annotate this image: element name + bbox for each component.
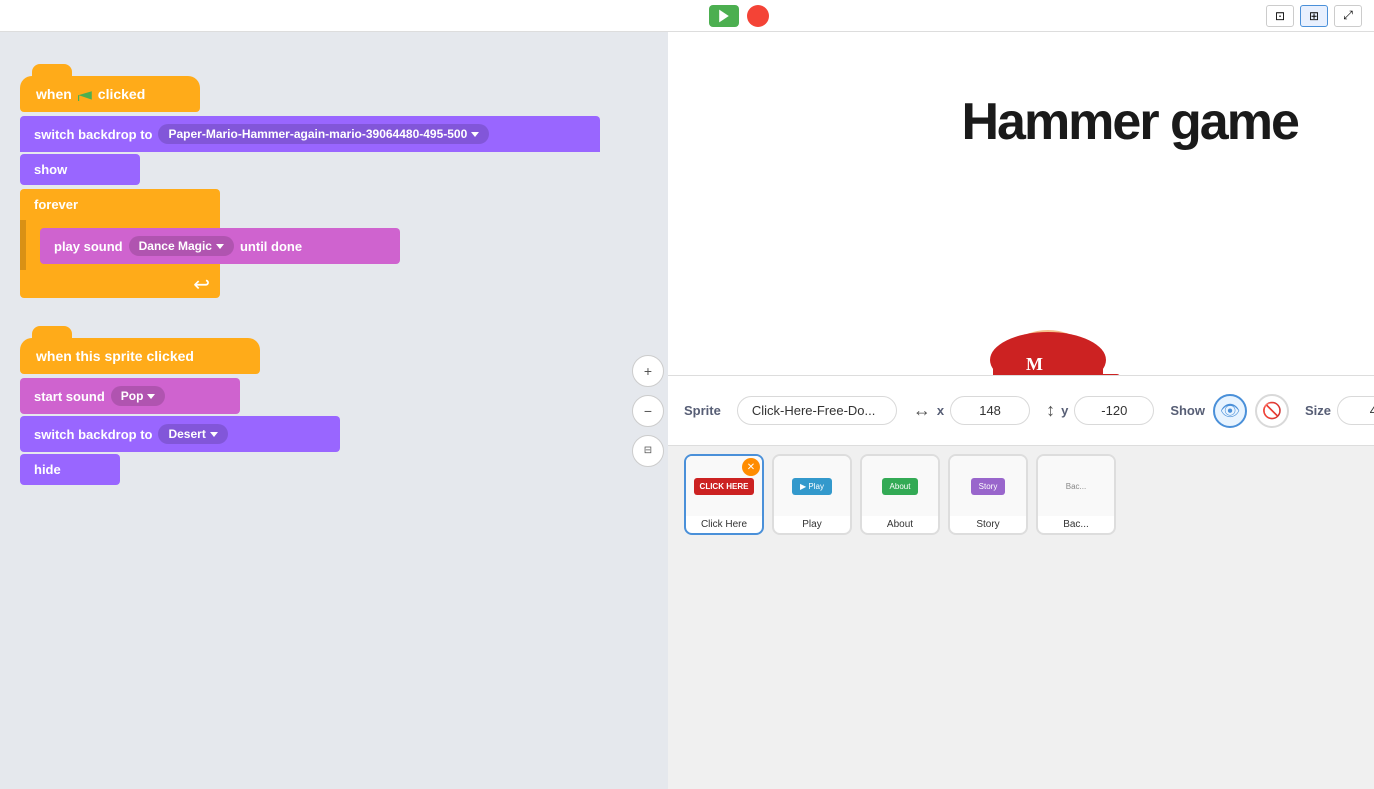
- forever-hat[interactable]: forever: [20, 189, 220, 220]
- start-sound-block[interactable]: start sound Pop: [20, 378, 240, 414]
- zoom-out-button[interactable]: −: [632, 395, 664, 427]
- show-group: Show 👁 🚫: [1170, 394, 1289, 428]
- layout-fullscreen-button[interactable]: ⤢: [1334, 5, 1362, 27]
- pop-value: Pop: [121, 389, 144, 403]
- main-content: when clicked switch backdrop to Paper-Ma…: [0, 32, 1374, 789]
- x-axis-icon: ↔: [913, 400, 931, 421]
- sound-dropdown[interactable]: Dance Magic: [129, 236, 234, 256]
- hat-text-1a: when: [36, 86, 72, 102]
- desert-value: Desert: [168, 427, 205, 441]
- size-group: Size 40: [1305, 396, 1374, 425]
- delete-sprite-1-button[interactable]: ✕: [742, 458, 760, 476]
- hide-block[interactable]: hide: [20, 454, 120, 485]
- pop-dropdown-arrow: [147, 394, 155, 399]
- sprite-list-area: ✕ CLICK HERE Click Here ▶ Play Play: [668, 446, 1374, 789]
- sprite-4-label: Story: [950, 516, 1026, 533]
- y-coord-group: ↕ y -120: [1046, 396, 1154, 425]
- backdrop-value: Paper-Mario-Hammer-again-mario-39064480-…: [168, 127, 467, 141]
- show-block[interactable]: show: [20, 154, 140, 185]
- flag-icon-small: [78, 87, 92, 101]
- forever-arrow: ↩: [193, 272, 210, 297]
- sprite-5-image: Bac...: [1038, 456, 1114, 516]
- hide-label: hide: [34, 462, 61, 477]
- y-axis-icon: ↕: [1046, 400, 1055, 421]
- stop-button[interactable]: [747, 5, 769, 27]
- sprite-thumb-3[interactable]: About About: [860, 454, 940, 535]
- sprite-thumb-1[interactable]: ✕ CLICK HERE Click Here: [684, 454, 764, 535]
- layout-small-button[interactable]: ⊡: [1266, 5, 1294, 27]
- y-input[interactable]: -120: [1074, 396, 1154, 425]
- desert-dropdown-arrow: [210, 432, 218, 437]
- sprite-thumb-4[interactable]: Story Story: [948, 454, 1028, 535]
- when-sprite-clicked-hat[interactable]: when this sprite clicked: [20, 338, 260, 374]
- size-field-label: Size: [1305, 403, 1331, 418]
- when-flag-clicked-hat[interactable]: when clicked: [20, 76, 200, 112]
- sprite-name-input[interactable]: Click-Here-Free-Do...: [737, 396, 897, 425]
- play-sound-block[interactable]: play sound Dance Magic until done: [40, 228, 400, 264]
- sprite-3-image: About: [862, 456, 938, 516]
- play-sound-label: play sound: [54, 239, 123, 254]
- backdrop-dropdown-arrow: [471, 132, 479, 137]
- pop-dropdown[interactable]: Pop: [111, 386, 166, 406]
- backdrop-dropdown[interactable]: Paper-Mario-Hammer-again-mario-39064480-…: [158, 124, 489, 144]
- svg-text:M: M: [1026, 354, 1043, 374]
- sprite-2-label: Play: [774, 516, 850, 533]
- layout-large-button[interactable]: ⊞: [1300, 5, 1328, 27]
- sprite-3-label: About: [862, 516, 938, 533]
- zoom-in-button[interactable]: +: [632, 355, 664, 387]
- sprite-field-label: Sprite: [684, 403, 721, 418]
- sprite-1-label: Click Here: [686, 516, 762, 533]
- hammer-game-illustration: M: [778, 202, 1278, 376]
- switch-backdrop-label: switch backdrop to: [34, 127, 152, 142]
- size-input[interactable]: 40: [1337, 396, 1374, 425]
- desert-dropdown[interactable]: Desert: [158, 424, 227, 444]
- sprite-2-image: ▶ Play: [774, 456, 850, 516]
- stage-preview[interactable]: Hammer game M: [668, 32, 1374, 376]
- sprite-thumb-5[interactable]: Bac... Bac...: [1036, 454, 1116, 535]
- switch-backdrop-desert-block[interactable]: switch backdrop to Desert: [20, 416, 340, 452]
- sprites-section: ✕ CLICK HERE Click Here ▶ Play Play: [668, 446, 1374, 789]
- sound-value: Dance Magic: [139, 239, 212, 253]
- code-area: when clicked switch backdrop to Paper-Ma…: [0, 32, 668, 789]
- show-visible-button[interactable]: 👁: [1213, 394, 1247, 428]
- top-bar-right: ⊡ ⊞ ⤢: [1266, 5, 1362, 27]
- hat-text-2: when this sprite clicked: [36, 348, 194, 364]
- sprites-list: ✕ CLICK HERE Click Here ▶ Play Play: [668, 446, 1374, 543]
- stage-area: Hammer game M: [668, 32, 1374, 789]
- sprite-5-label: Bac...: [1038, 516, 1114, 533]
- switch-backdrop-block[interactable]: switch backdrop to Paper-Mario-Hammer-ag…: [20, 116, 600, 152]
- show-hidden-button[interactable]: 🚫: [1255, 394, 1289, 428]
- x-input[interactable]: 148: [950, 396, 1030, 425]
- sprite-thumb-2[interactable]: ▶ Play Play: [772, 454, 852, 535]
- block-group-1: when clicked switch backdrop to Paper-Ma…: [20, 76, 648, 298]
- green-flag-button[interactable]: [709, 5, 739, 27]
- show-label: show: [34, 162, 67, 177]
- sprite-info-bar: Sprite Click-Here-Free-Do... ↔ x 148 ↕ y…: [668, 376, 1374, 446]
- blocks-container: when clicked switch backdrop to Paper-Ma…: [0, 32, 668, 505]
- x-coord-group: ↔ x 148: [913, 396, 1030, 425]
- switch-backdrop-desert-label: switch backdrop to: [34, 427, 152, 442]
- top-bar-center: [709, 5, 769, 27]
- hat-text-1b: clicked: [98, 86, 145, 102]
- fit-to-screen-button[interactable]: ⊟: [632, 435, 664, 467]
- stage-title: Hammer game: [961, 92, 1297, 152]
- top-bar: ⊡ ⊞ ⤢: [0, 0, 1374, 32]
- forever-bottom: ↩: [20, 270, 220, 298]
- show-field-label: Show: [1170, 403, 1205, 418]
- y-label: y: [1061, 403, 1068, 418]
- until-done-label: until done: [240, 239, 302, 254]
- sound-dropdown-arrow: [216, 244, 224, 249]
- sprite-4-image: Story: [950, 456, 1026, 516]
- start-sound-label: start sound: [34, 389, 105, 404]
- block-group-2: when this sprite clicked start sound Pop…: [20, 338, 648, 485]
- x-label: x: [937, 403, 944, 418]
- forever-container: forever play sound Dance Magic until don…: [20, 187, 648, 298]
- scroll-handle: + − ⊟: [632, 355, 664, 467]
